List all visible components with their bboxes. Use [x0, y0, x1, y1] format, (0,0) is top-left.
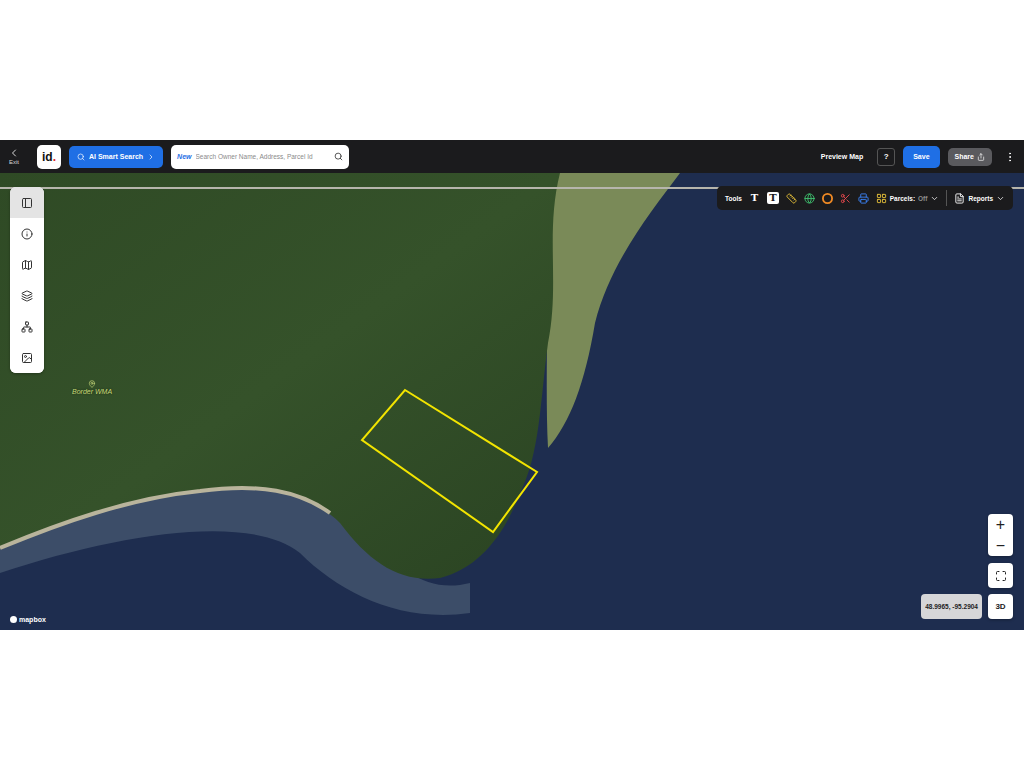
chevron-down-icon — [996, 194, 1005, 203]
report-icon — [954, 193, 965, 204]
zoom-control: +− — [988, 514, 1013, 556]
chevron-down-icon — [930, 194, 939, 203]
3d-button[interactable]: 3D — [988, 594, 1013, 619]
search-icon — [77, 153, 85, 161]
circle-icon[interactable] — [822, 193, 833, 204]
divider — [946, 190, 947, 206]
printer-icon[interactable] — [858, 193, 869, 204]
new-badge: New — [177, 153, 191, 160]
zoom-in-button[interactable]: + — [988, 514, 1013, 535]
image-icon — [21, 352, 33, 364]
sidebar-item[interactable] — [10, 249, 44, 280]
map[interactable]: Border WMA Tools TT Parcels:Off Reports +− 48.… — [0, 173, 1024, 630]
marsh — [540, 173, 680, 448]
focus-icon — [995, 570, 1007, 582]
info-icon — [21, 228, 33, 240]
more-button[interactable] — [1004, 151, 1016, 163]
coordinates: 48.9965, -95.2904 — [921, 594, 982, 619]
save-button[interactable]: Save — [903, 146, 939, 168]
text-tool[interactable]: T — [767, 192, 778, 204]
chevron-right-icon — [147, 153, 155, 161]
reports-menu[interactable]: Reports — [954, 193, 1005, 204]
logo[interactable]: id. — [37, 145, 61, 169]
sandy-shore — [0, 488, 330, 548]
share-icon — [977, 153, 985, 161]
tools-label: Tools — [725, 195, 742, 202]
exit-button[interactable]: Exit — [5, 147, 23, 166]
sidebar-item[interactable] — [10, 280, 44, 311]
place-label[interactable]: Border WMA — [72, 380, 112, 395]
scissors-icon[interactable] — [840, 193, 851, 204]
parcels-icon — [876, 193, 887, 204]
top-margin — [0, 0, 1024, 140]
panel-icon — [21, 197, 33, 209]
forest — [0, 173, 560, 579]
parcels-toggle[interactable]: Parcels:Off — [876, 193, 940, 204]
map-icon — [21, 259, 33, 271]
recenter-button[interactable] — [988, 563, 1013, 588]
search-field[interactable]: New Search Owner Name, Address, Parcel Id — [171, 145, 349, 169]
tools-bar: Tools TT Parcels:Off Reports — [717, 186, 1013, 210]
water — [0, 173, 1024, 630]
globe-icon[interactable] — [804, 193, 815, 204]
sidebar — [10, 187, 44, 373]
hierarchy-icon — [21, 321, 33, 333]
more-icon — [1004, 151, 1016, 163]
page: Exit id. AI Smart Search New Search Owner Na… — [0, 0, 1024, 768]
chevron-left-icon — [8, 147, 20, 159]
ai-search-button[interactable]: AI Smart Search — [69, 146, 163, 168]
preview-map-button[interactable]: Preview Map — [821, 153, 863, 160]
mapbox-attribution: mapbox — [10, 616, 46, 623]
share-button[interactable]: Share — [948, 148, 992, 166]
parcel-outline[interactable] — [362, 390, 537, 532]
satellite-map[interactable] — [0, 173, 1024, 630]
search-placeholder: Search Owner Name, Address, Parcel Id — [196, 153, 331, 160]
layers-icon — [21, 290, 33, 302]
sidebar-item[interactable] — [10, 342, 44, 373]
ruler-icon[interactable] — [786, 193, 797, 204]
zoom-out-button[interactable]: − — [988, 535, 1013, 556]
mapbox-logo-icon — [10, 616, 17, 623]
pin-icon — [88, 380, 96, 388]
header-bar: Exit id. AI Smart Search New Search Owner Na… — [0, 140, 1024, 173]
bottom-margin — [0, 630, 1024, 768]
sidebar-item[interactable] — [10, 187, 44, 218]
app-frame: Exit id. AI Smart Search New Search Owner Na… — [0, 140, 1024, 630]
help-button[interactable]: ? — [877, 148, 895, 166]
text-tool[interactable]: T — [749, 192, 760, 204]
search-icon — [334, 152, 343, 161]
sidebar-item[interactable] — [10, 311, 44, 342]
sidebar-item[interactable] — [10, 218, 44, 249]
